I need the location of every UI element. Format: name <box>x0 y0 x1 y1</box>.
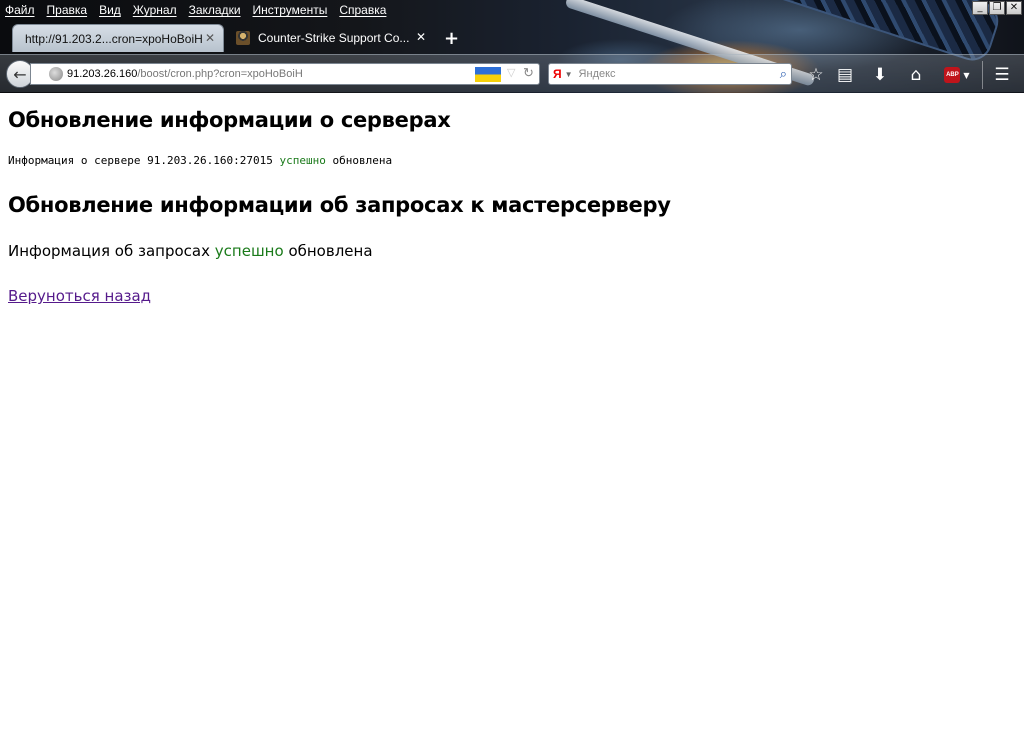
tab-title: http://91.203.2...cron=xpoHoBoiH <box>25 31 203 46</box>
tab-bar: http://91.203.2...cron=xpoHoBoiH ✕ Count… <box>0 24 600 52</box>
window-controls: _ ❐ ✕ <box>972 1 1022 15</box>
reload-icon[interactable]: ↻ <box>523 65 534 81</box>
navigation-toolbar: ← 91.203.26.160/boost/cron.php?cron=xpoH… <box>0 54 1024 92</box>
master-info-status: успешно <box>214 242 284 260</box>
menu-bookmarks[interactable]: Закладки <box>189 3 241 17</box>
search-engine-dropdown-icon[interactable]: ▼ <box>565 70 573 79</box>
new-tab-button[interactable]: + <box>444 28 459 49</box>
bookmark-star-icon[interactable]: ☆ <box>804 63 828 87</box>
url-host: 91.203.26.160 <box>67 68 138 80</box>
download-icon[interactable]: ⬇ <box>868 63 892 87</box>
address-bar[interactable]: 91.203.26.160/boost/cron.php?cron=xpoHoB… <box>30 63 540 85</box>
ukraine-flag-icon[interactable] <box>475 67 501 82</box>
heading-servers-update: Обновление информации о серверах <box>8 108 451 132</box>
chevron-down-icon: ▼ <box>963 70 970 80</box>
toolbar-separator <box>982 61 983 89</box>
back-arrow-icon: ← <box>13 64 27 84</box>
tab-close-icon[interactable]: ✕ <box>205 31 215 45</box>
server-info-suffix: обновлена <box>332 154 393 167</box>
tab-counter-strike[interactable]: Counter-Strike Support Co... ✕ <box>232 24 432 52</box>
heading-master-update: Обновление информации об запросах к маст… <box>8 193 671 217</box>
browser-chrome: Файл Правка Вид Журнал Закладки Инструме… <box>0 0 1024 93</box>
search-icon[interactable]: ⌕ <box>780 66 787 82</box>
yandex-icon[interactable]: Я <box>553 67 562 81</box>
menu-file[interactable]: Файл <box>5 3 35 17</box>
bookmarks-list-icon[interactable]: ▤ <box>833 63 857 87</box>
tab-title: Counter-Strike Support Co... <box>258 31 410 45</box>
minimize-button[interactable]: _ <box>972 1 988 15</box>
url-path: /boost/cron.php?cron=xpoHoBoiH <box>137 68 303 80</box>
server-info-prefix: Информация о сервере 91.203.26.160:27015 <box>8 154 273 167</box>
back-link[interactable]: Веруноться назад <box>8 287 151 305</box>
tab-favicon-icon <box>236 31 250 45</box>
restore-button[interactable]: ❐ <box>989 1 1005 15</box>
menu-edit[interactable]: Правка <box>47 3 88 17</box>
home-icon[interactable]: ⌂ <box>904 63 928 87</box>
server-info-status: успешно <box>279 154 326 167</box>
tab-close-icon[interactable]: ✕ <box>416 30 426 44</box>
menu-view[interactable]: Вид <box>99 3 121 17</box>
adblock-plus-button[interactable]: ABP ▼ <box>940 63 974 87</box>
master-info-suffix: обновлена <box>288 242 373 260</box>
menu-icon[interactable]: ☰ <box>990 63 1014 87</box>
globe-icon <box>49 67 63 81</box>
master-info-prefix: Информация об запросах <box>8 242 210 260</box>
search-input[interactable] <box>578 68 759 80</box>
tab-cron[interactable]: http://91.203.2...cron=xpoHoBoiH ✕ <box>12 24 224 52</box>
server-info-line: Информация о сервере 91.203.26.160:27015… <box>8 154 1016 167</box>
menu-tools[interactable]: Инструменты <box>253 3 328 17</box>
adblock-plus-icon: ABP <box>944 67 961 83</box>
menu-help[interactable]: Справка <box>339 3 386 17</box>
search-bar[interactable]: Я ▼ ⌕ <box>548 63 792 85</box>
menu-history[interactable]: Журнал <box>133 3 177 17</box>
master-info-line: Информация об запросах успешно обновлена <box>8 242 1016 260</box>
page-content: Обновление информации о серверах Информа… <box>8 93 1016 305</box>
dropmarker-icon[interactable]: ▽ <box>507 66 515 79</box>
close-window-button[interactable]: ✕ <box>1006 1 1022 15</box>
menu-bar: Файл Правка Вид Журнал Закладки Инструме… <box>0 0 398 20</box>
